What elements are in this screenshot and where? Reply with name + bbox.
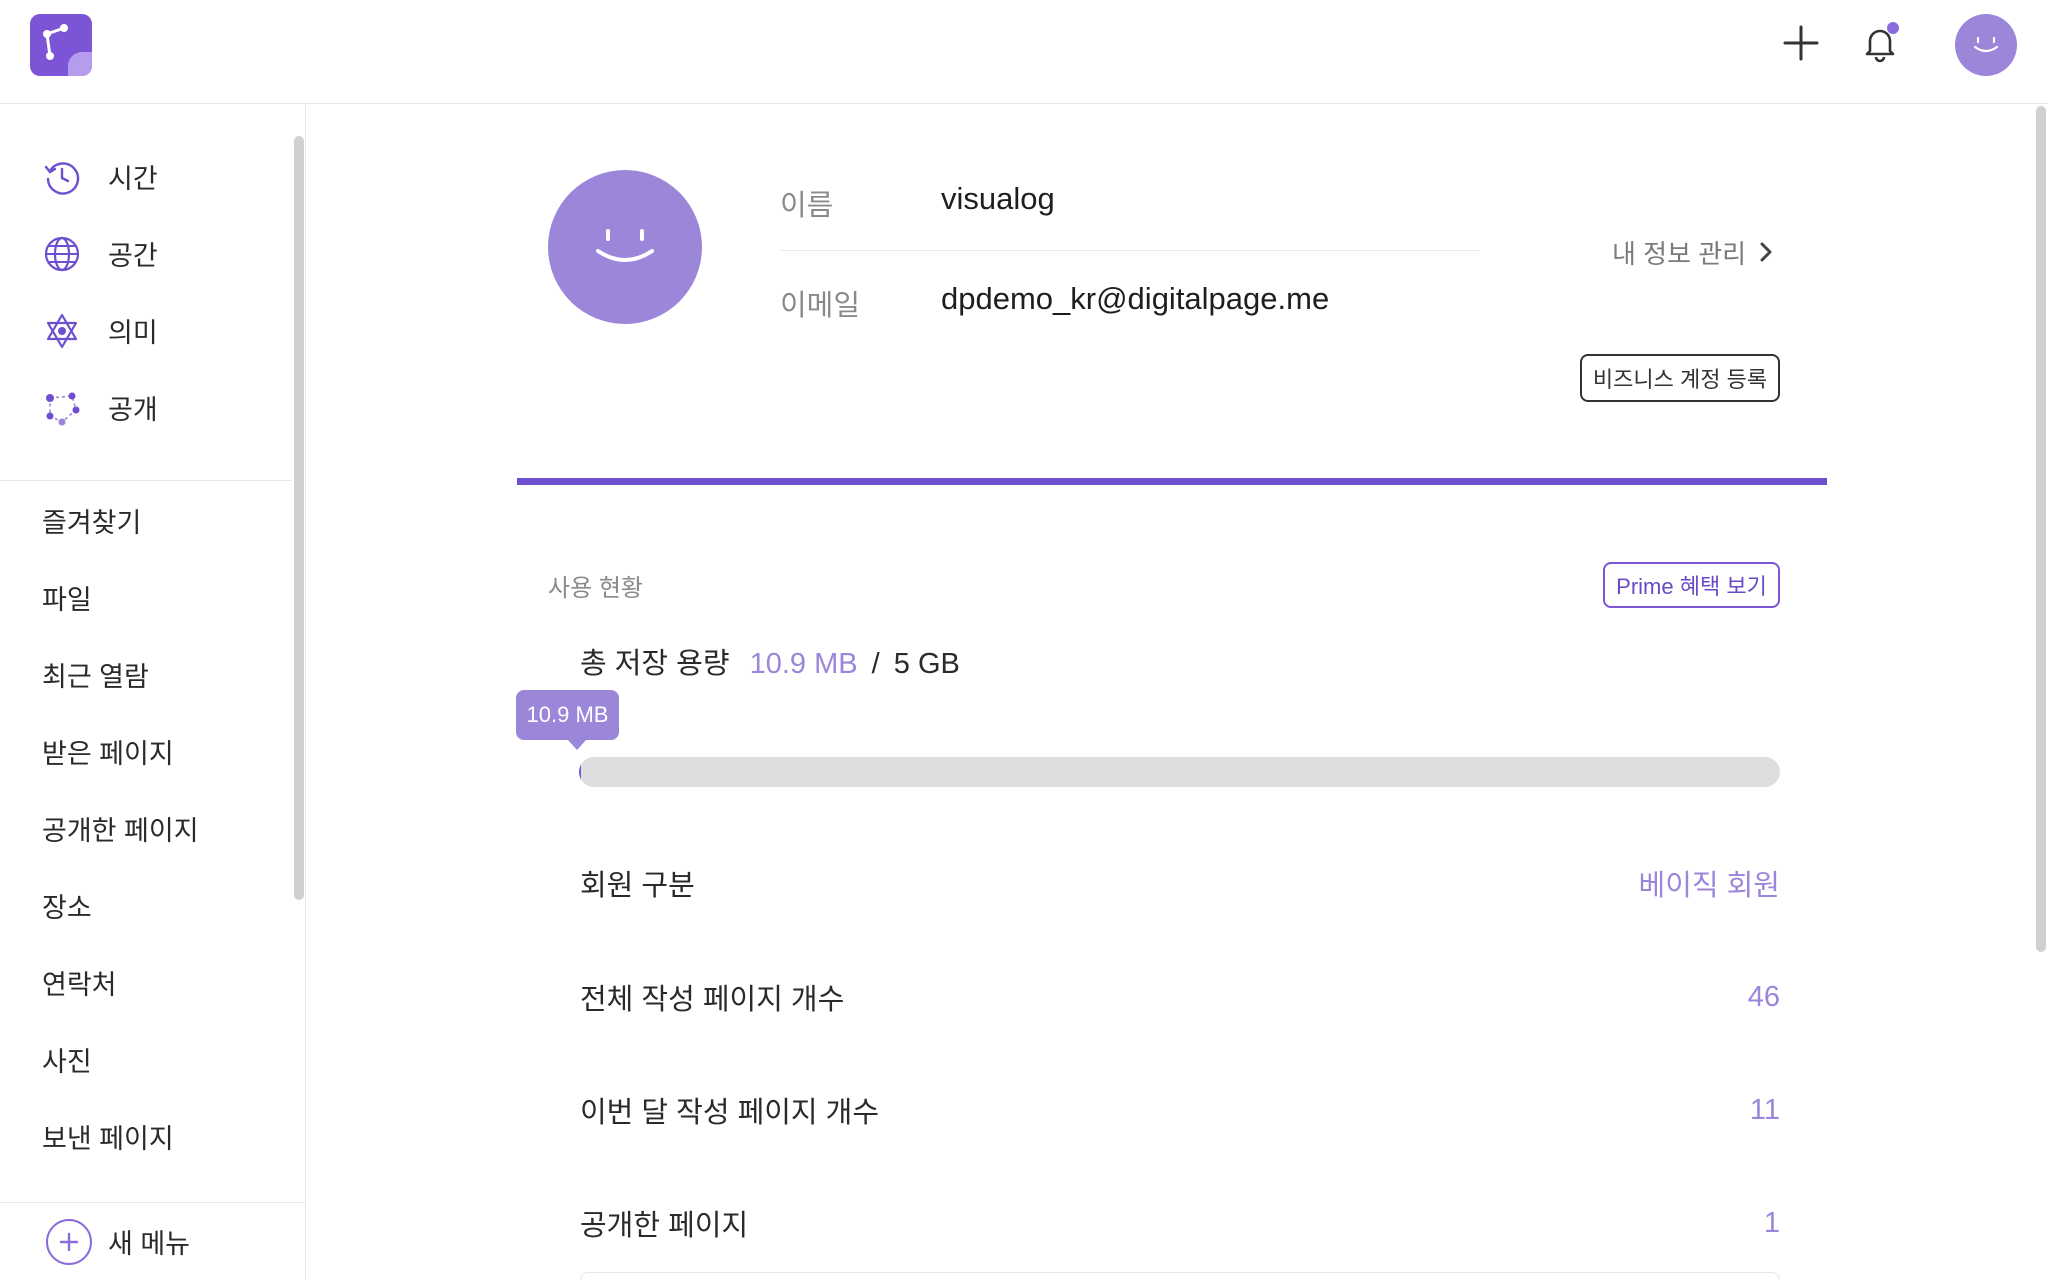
network-star-icon	[40, 309, 84, 353]
new-menu-button[interactable]: 새 메뉴	[0, 1202, 305, 1280]
storage-separator: /	[871, 648, 880, 680]
usage-title: 사용 현황	[548, 575, 643, 602]
membership-value-link[interactable]: 베이직 회원	[1639, 862, 1780, 904]
sidebar-scrollbar[interactable]	[294, 136, 304, 900]
storage-tooltip: 10.9 MB	[516, 690, 619, 750]
storage-progress-fill	[579, 757, 582, 787]
stat-value: 46	[1747, 980, 1780, 1013]
stat-value: 11	[1749, 1093, 1780, 1126]
chevron-right-icon	[1760, 242, 1772, 262]
app-logo-icon[interactable]	[30, 14, 92, 76]
stat-label: 공개한 페이지	[580, 1210, 749, 1242]
sidebar-item-recent[interactable]: 최근 열람	[0, 636, 292, 713]
sidebar-item-favorites[interactable]: 즐겨찾기	[0, 482, 292, 559]
user-avatar-button[interactable]	[1955, 14, 2017, 76]
section-divider	[517, 478, 1827, 485]
storage-summary: 총 저장 용량 10.9 MB / 5 GB	[580, 640, 960, 682]
manage-profile-link[interactable]: 내 정보 관리	[1612, 232, 1774, 272]
top-bar	[0, 0, 2048, 104]
smiley-avatar-icon	[596, 229, 654, 262]
sidebar-item-space[interactable]: 공간	[0, 215, 292, 292]
sidebar-divider	[0, 480, 292, 481]
email-value: dpdemo_kr@digitalpage.me	[941, 281, 1330, 316]
sidebar-item-contacts[interactable]: 연락처	[0, 944, 292, 1021]
new-menu-label: 새 메뉴	[108, 1229, 191, 1259]
storage-total: 5 GB	[893, 648, 960, 680]
main-scrollbar[interactable]	[2036, 106, 2046, 952]
globe-icon	[40, 232, 84, 276]
prime-benefits-button[interactable]: Prime 혜택 보기	[1603, 562, 1780, 608]
notification-button[interactable]	[1857, 20, 1903, 66]
sidebar: 시간 공간 의미 공개 즐겨찾기 파일 최근 열람 받은 페이지 공개한 페이지…	[0, 104, 306, 1280]
stat-label: 회원 구분	[580, 870, 695, 902]
info-divider	[780, 250, 1480, 251]
plus-circle-icon	[46, 1218, 92, 1265]
sidebar-item-label: 시간	[108, 164, 158, 194]
name-value: visualog	[941, 181, 1055, 216]
name-label: 이름	[780, 190, 834, 222]
sidebar-item-time[interactable]: 시간	[0, 138, 292, 215]
stat-row-month-pages: 이번 달 작성 페이지 개수 11	[580, 1085, 1780, 1135]
manage-profile-label: 내 정보 관리	[1612, 238, 1747, 269]
sidebar-item-places[interactable]: 장소	[0, 867, 292, 944]
next-section-card	[580, 1272, 1780, 1280]
profile-avatar[interactable]	[548, 170, 702, 324]
storage-used: 10.9 MB	[749, 648, 858, 680]
sidebar-item-photos[interactable]: 사진	[0, 1021, 292, 1098]
smiley-avatar-icon	[1973, 36, 1999, 53]
clock-history-icon	[40, 155, 84, 199]
sidebar-item-label: 의미	[108, 318, 158, 348]
notification-dot	[1887, 22, 1899, 34]
storage-label: 총 저장 용량	[580, 648, 730, 680]
sidebar-item-label: 공개	[108, 395, 158, 425]
add-button[interactable]	[1778, 20, 1824, 66]
plus-icon	[1783, 25, 1819, 61]
sidebar-item-received-pages[interactable]: 받은 페이지	[0, 713, 292, 790]
sidebar-item-meaning[interactable]: 의미	[0, 292, 292, 369]
sidebar-sub-nav: 즐겨찾기 파일 최근 열람 받은 페이지 공개한 페이지 장소 연락처 사진 보…	[0, 482, 292, 1175]
stat-label: 전체 작성 페이지 개수	[580, 984, 845, 1016]
stat-row-total-pages: 전체 작성 페이지 개수 46	[580, 972, 1780, 1022]
stat-row-public-pages: 공개한 페이지 1	[580, 1198, 1780, 1248]
storage-progress-bar	[579, 757, 1780, 787]
stat-label: 이번 달 작성 페이지 개수	[580, 1097, 880, 1129]
stat-value: 1	[1763, 1206, 1780, 1239]
sidebar-item-public-pages[interactable]: 공개한 페이지	[0, 790, 292, 867]
sidebar-item-files[interactable]: 파일	[0, 559, 292, 636]
share-nodes-icon	[40, 386, 84, 430]
business-account-button[interactable]: 비즈니스 계정 등록	[1580, 354, 1780, 402]
sidebar-item-public[interactable]: 공개	[0, 369, 292, 446]
email-label: 이메일	[780, 290, 861, 322]
sidebar-main-nav: 시간 공간 의미 공개	[0, 138, 292, 446]
sidebar-item-sent-pages[interactable]: 보낸 페이지	[0, 1098, 292, 1175]
stat-row-membership: 회원 구분 베이직 회원	[580, 858, 1780, 908]
sidebar-item-label: 공간	[108, 241, 158, 271]
